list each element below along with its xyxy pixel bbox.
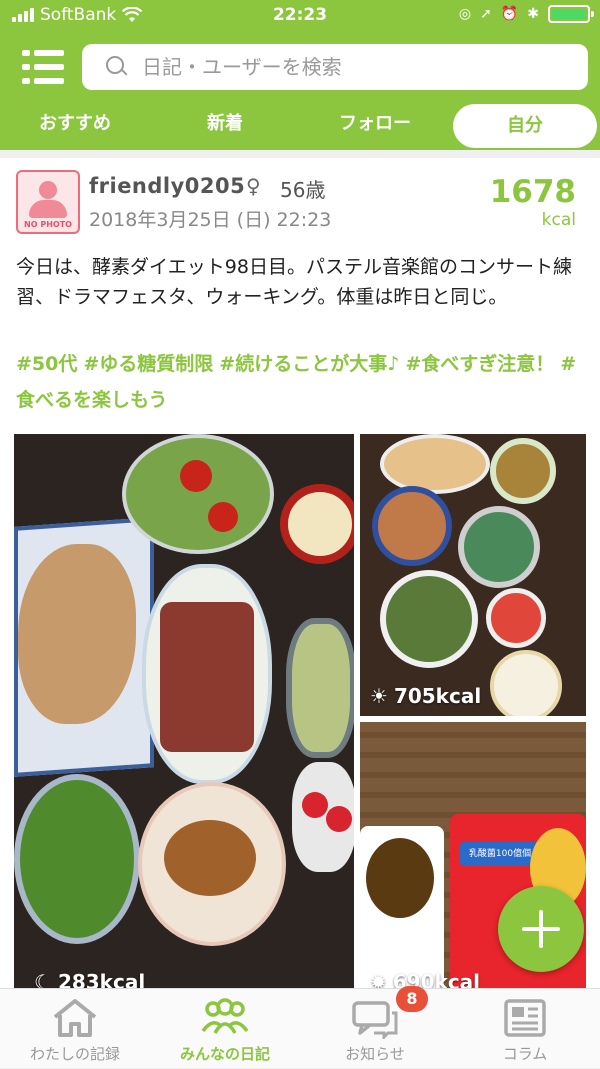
cucumber-bowl [14, 774, 140, 944]
hashtag[interactable]: #ゆる糖質制限 [83, 353, 213, 375]
hashtag[interactable]: #食べすぎ注意！ [405, 353, 554, 375]
tomato-bowl [486, 588, 546, 648]
grilled-fish [18, 544, 136, 724]
strawberry [302, 792, 328, 818]
search-input[interactable] [142, 55, 562, 79]
sunrise-icon: ☀ [370, 684, 388, 708]
user-age: 56歳 [280, 178, 326, 202]
salad-bowl [122, 434, 274, 554]
house-icon [53, 999, 97, 1037]
alarm-icon: ⏰ [500, 6, 519, 22]
notification-badge: 8 [396, 986, 428, 1012]
moon-icon: ☾ [34, 970, 52, 988]
salad-bowl-small [458, 506, 540, 588]
tab-follow[interactable]: フォロー [320, 102, 430, 146]
avatar[interactable]: NO PHOTO [16, 170, 80, 234]
spinach-bowl [380, 570, 478, 668]
nav-column[interactable]: コラム [450, 989, 600, 1069]
tomato [208, 502, 238, 532]
nav-my-records[interactable]: わたしの記録 [0, 989, 150, 1069]
bottom-nav: わたしの記録 みんなの日記 お知らせ コラム [0, 988, 600, 1068]
rotation-lock-icon: ◎ [458, 6, 472, 22]
tomato [180, 460, 212, 492]
no-photo-label: NO PHOTO [24, 220, 72, 229]
total-kcal: 1678 [489, 174, 576, 210]
breakfast-photo[interactable]: ☀ 705kcal [360, 434, 586, 716]
search-icon [106, 56, 128, 78]
status-bar: SoftBank 22:23 ◎ ➚ ⏰ ✱ [0, 0, 600, 32]
tab-mine[interactable]: 自分 [453, 104, 597, 148]
diary-text: 今日は、酵素ダイエット98日目。パステル音楽館のコンサート練習、ドラマフェスタ、… [16, 256, 572, 308]
tab-new[interactable]: 新着 [180, 102, 270, 146]
username[interactable]: friendly0205 [89, 174, 245, 198]
beef-slices [160, 602, 254, 752]
status-icons: ◎ ➚ ⏰ ✱ [458, 5, 594, 23]
vegetable-bowl [286, 618, 354, 758]
rice-bowl [490, 650, 562, 716]
female-icon: ♀ [246, 174, 261, 198]
bluetooth-icon: ✱ [527, 6, 539, 22]
dinner-kcal: ☾ 283kcal [34, 970, 145, 988]
tab-bar: おすすめ 新着 フォロー 自分 [0, 102, 600, 150]
people-icon [201, 998, 249, 1034]
kinpira-bowl [372, 486, 452, 566]
app-bar [0, 32, 600, 102]
search-box[interactable] [82, 44, 588, 90]
diary-card[interactable]: NO PHOTO friendly0205 ♀ 56歳 2018年3月25日 (… [0, 158, 600, 992]
package-label: 乳酸菌100億個 [460, 842, 540, 866]
tab-recommended[interactable]: おすすめ [20, 102, 130, 146]
chat-bubbles-icon [352, 1001, 398, 1039]
strawberry [326, 806, 352, 832]
post-datetime: 2018年3月25日 (日) 22:23 [89, 209, 332, 231]
hashtag-list: #50代 #ゆる糖質制限 #続けることが大事♪ #食べすぎ注意！ #食べるを楽しもう [16, 346, 584, 418]
location-icon: ➚ [480, 6, 492, 22]
menu-icon[interactable] [22, 50, 64, 84]
soup-bowl [280, 484, 354, 564]
hashtag[interactable]: #50代 [16, 353, 77, 375]
breakfast-kcal: ☀ 705kcal [370, 684, 482, 708]
add-diary-button[interactable] [498, 886, 584, 972]
pickles-bowl [490, 438, 556, 504]
battery-icon [548, 5, 594, 23]
newspaper-icon [504, 999, 546, 1037]
cutlet-plate [380, 434, 490, 494]
soup [366, 838, 434, 918]
simmered-food [164, 820, 256, 896]
dinner-photo[interactable]: ☾ 283kcal [14, 434, 354, 988]
kcal-unit: kcal [541, 210, 576, 230]
nav-everyone-diary[interactable]: みんなの日記 [150, 989, 300, 1069]
hashtag[interactable]: #続けることが大事♪ [219, 353, 399, 375]
